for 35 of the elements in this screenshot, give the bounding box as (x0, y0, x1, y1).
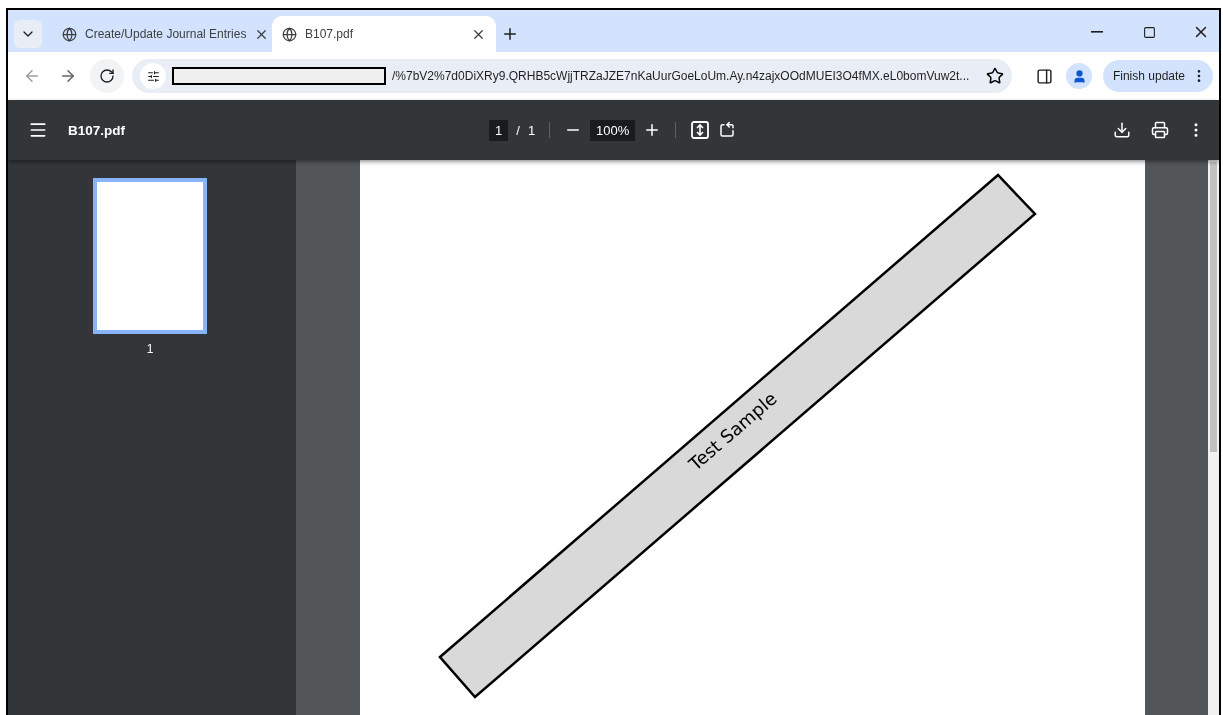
minimize-icon (1091, 31, 1103, 33)
globe-icon (282, 26, 297, 42)
browser-tab[interactable]: B107.pdf (272, 16, 496, 52)
browser-tab[interactable]: Create/Update Journal Entries (52, 16, 272, 52)
finish-update-button[interactable]: Finish update (1102, 60, 1213, 92)
globe-icon (62, 26, 77, 42)
bookmark-star-icon[interactable] (986, 67, 1004, 85)
person-icon (1071, 68, 1087, 84)
reload-icon (99, 68, 115, 84)
profile-avatar[interactable] (1066, 63, 1092, 89)
page-count: 1 (527, 122, 536, 138)
reload-button[interactable] (90, 59, 124, 93)
tab-search-button[interactable] (14, 20, 42, 48)
maximize-icon (1142, 25, 1156, 39)
zoom-field[interactable]: 100% (590, 119, 636, 141)
side-panel-icon (1035, 67, 1053, 85)
download-icon[interactable] (1113, 121, 1131, 139)
thumbnail-label: 1 (146, 342, 154, 356)
page-number-field[interactable]: 1 (489, 119, 509, 141)
page-separator: / (516, 122, 520, 138)
sliders-icon (146, 69, 160, 83)
file-name: B107.pdf (68, 122, 125, 138)
scrollbar[interactable] (1208, 160, 1219, 715)
print-icon[interactable] (1151, 121, 1169, 139)
address-bar[interactable]: /%7bV2%7d0DiXRy9.QRHB5cWjjTRZaJZE7nKaUurGoeLoUm.Ay.n4zajxOOdMUEI3O4fMX.eL0bomVuw2t... (132, 59, 1012, 93)
plus-icon (501, 25, 519, 43)
site-info-button[interactable] (140, 63, 166, 89)
forward-arrow-icon (59, 67, 77, 85)
tab-title: B107.pdf (305, 27, 355, 41)
page-thumbnail[interactable] (93, 178, 207, 334)
menu-icon[interactable] (28, 120, 48, 140)
rotate-icon[interactable] (718, 121, 737, 139)
tab-title: Create/Update Journal Entries (85, 27, 247, 41)
url-text: /%7bV2%7d0DiXRy9.QRHB5cWjjTRZaJZE7nKaUurGoeLoUm.Ay.n4zajxOOdMUEI3O4fMX.eL0bomVuw2t... (392, 69, 971, 83)
fit-page-icon[interactable] (690, 120, 711, 140)
